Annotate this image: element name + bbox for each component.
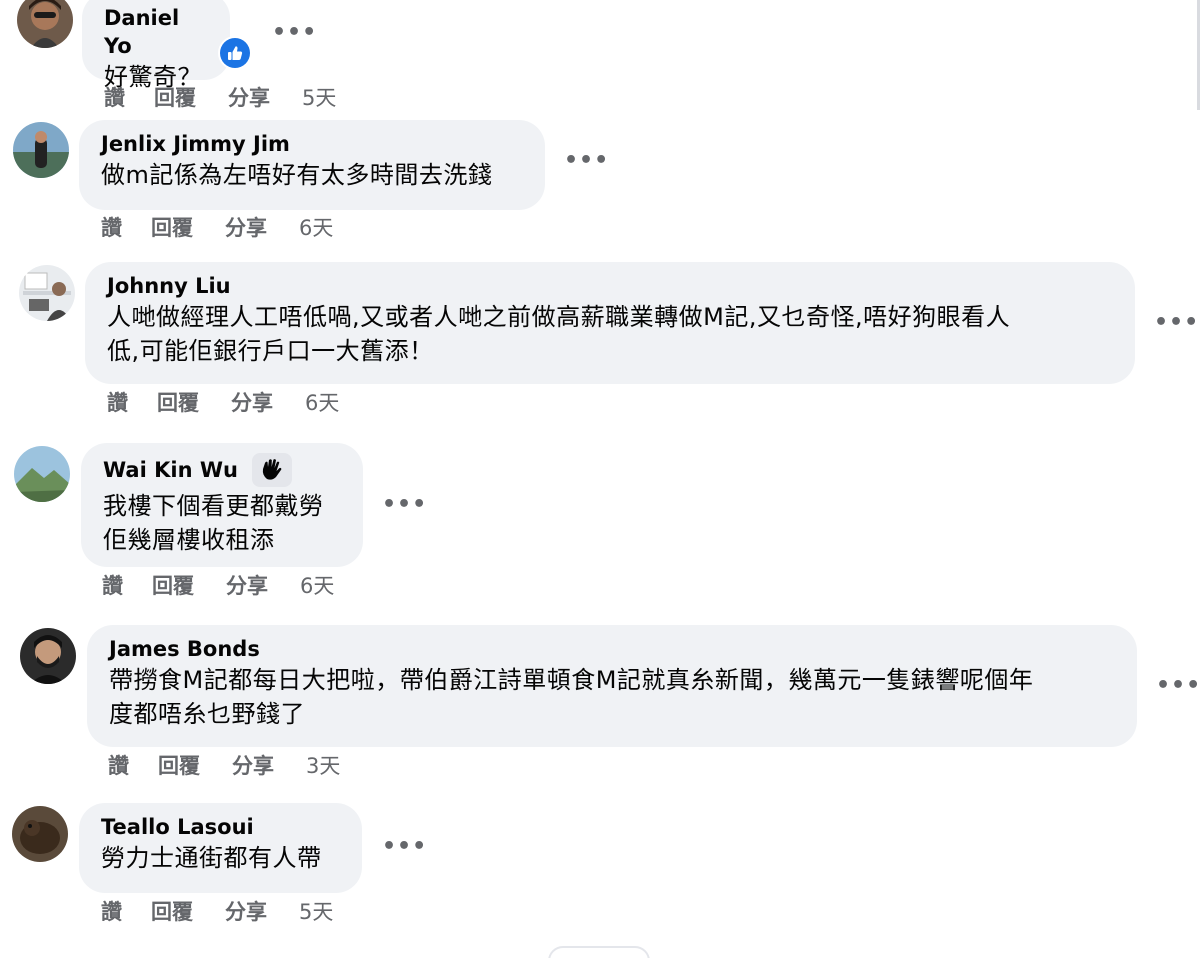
comment-teallo-lasoui: Teallo Lasoui 勞力士通街都有人帶 ••• 讚 回覆 分享 5天 bbox=[0, 0, 1200, 940]
comment-feed: Daniel Yo 好驚奇？ ••• 讚 回覆 分享 5天 Jenlix Jim… bbox=[0, 0, 1200, 958]
comment-bubble: Teallo Lasoui 勞力士通街都有人帶 bbox=[79, 803, 362, 893]
comment-author[interactable]: Teallo Lasoui bbox=[101, 813, 342, 841]
more-options-button[interactable]: ••• bbox=[382, 834, 427, 859]
reply-button[interactable]: 回覆 bbox=[151, 896, 225, 926]
load-more-button[interactable] bbox=[548, 946, 650, 958]
comment-timestamp[interactable]: 5天 bbox=[299, 896, 333, 926]
avatar-animal-icon bbox=[12, 806, 68, 862]
like-button[interactable]: 讚 bbox=[101, 896, 151, 926]
comment-text: 勞力士通街都有人帶 bbox=[101, 844, 322, 872]
share-button[interactable]: 分享 bbox=[225, 896, 299, 926]
avatar[interactable] bbox=[12, 806, 68, 862]
comment-actions: 讚 回覆 分享 5天 bbox=[101, 896, 333, 926]
